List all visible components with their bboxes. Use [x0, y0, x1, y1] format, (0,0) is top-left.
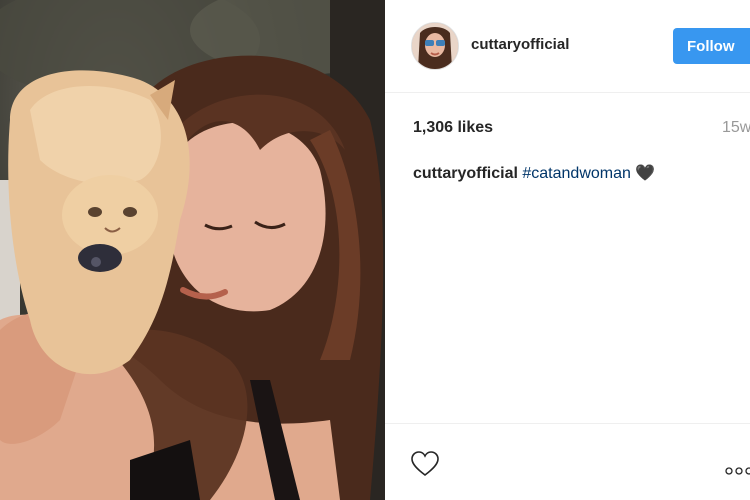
divider	[385, 423, 750, 424]
heart-outline-icon[interactable]	[411, 451, 439, 477]
avatar-image	[412, 23, 458, 69]
post-caption: cuttaryofficial #catandwoman 🖤	[413, 163, 655, 183]
avatar[interactable]	[411, 22, 459, 70]
likes-count[interactable]: 1,306 likes	[413, 119, 493, 137]
caption-emoji: 🖤	[635, 165, 656, 182]
post-time[interactable]: 15w	[722, 119, 750, 137]
more-options-icon[interactable]	[725, 462, 750, 475]
photo-image	[0, 0, 385, 500]
post-details-panel: cuttaryofficial Follow 1,306 likes 15w c…	[385, 0, 750, 500]
post-photo[interactable]	[0, 0, 385, 500]
follow-button[interactable]: Follow	[673, 28, 750, 64]
caption-hashtag[interactable]: #catandwoman	[522, 165, 631, 182]
post-header: cuttaryofficial Follow	[385, 0, 750, 93]
caption-username[interactable]: cuttaryofficial	[413, 165, 518, 182]
username-link[interactable]: cuttaryofficial	[471, 36, 569, 53]
